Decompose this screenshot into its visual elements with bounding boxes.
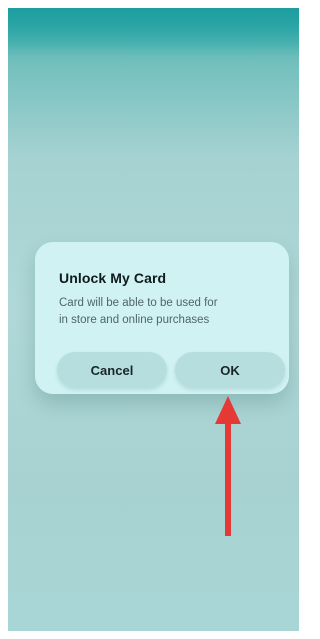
dialog-message-line-1: Card will be able to be used for <box>59 297 218 309</box>
unlock-card-dialog: Unlock My Card Card will be able to be u… <box>35 242 289 394</box>
dialog-message-line-2: in store and online purchases <box>59 314 210 326</box>
dialog-title: Unlock My Card <box>59 270 167 286</box>
dialog-message: Card will be able to be used for in stor… <box>59 295 279 329</box>
top-bar <box>8 8 299 56</box>
ok-button[interactable]: OK <box>175 352 285 388</box>
red-up-arrow-icon <box>215 396 241 536</box>
phone-screen: Unlock My Card Card will be able to be u… <box>8 8 299 631</box>
cancel-button[interactable]: Cancel <box>57 352 167 388</box>
